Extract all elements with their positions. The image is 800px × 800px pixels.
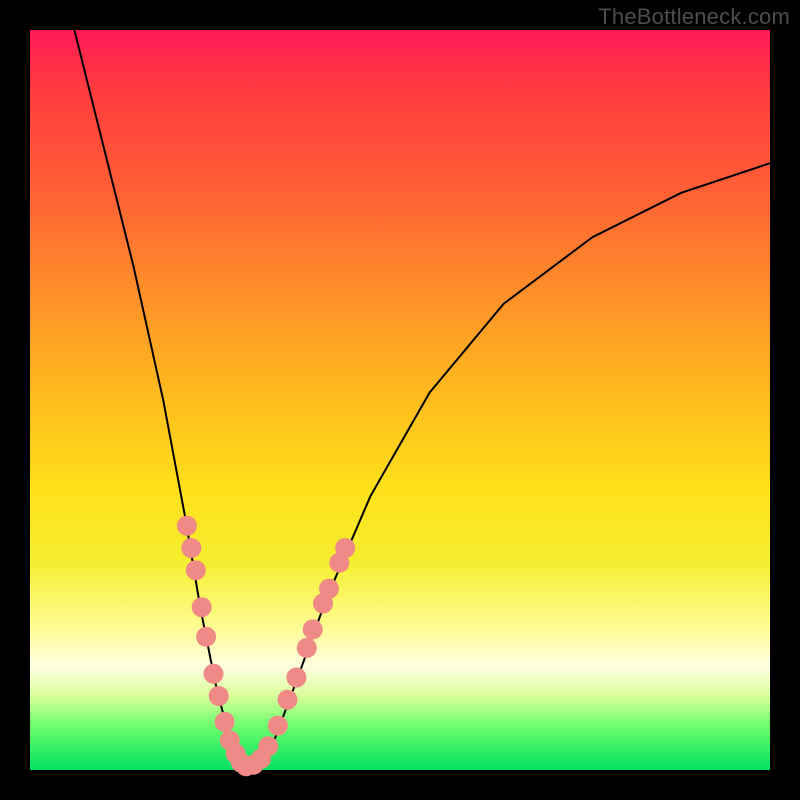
data-dot — [319, 579, 339, 599]
data-dot — [215, 712, 235, 732]
data-dot — [258, 736, 278, 756]
chart-frame: TheBottleneck.com — [0, 0, 800, 800]
curve-left-branch — [74, 30, 244, 766]
data-dot — [268, 716, 288, 736]
dots-group — [177, 516, 355, 777]
data-dot — [177, 516, 197, 536]
data-dot — [335, 538, 355, 558]
data-dot — [209, 686, 229, 706]
data-dot — [297, 638, 317, 658]
data-dot — [181, 538, 201, 558]
data-dot — [186, 560, 206, 580]
data-dot — [278, 690, 298, 710]
plot-area — [30, 30, 770, 770]
data-dot — [303, 619, 323, 639]
data-dot — [192, 597, 212, 617]
data-dot — [204, 664, 224, 684]
watermark-text: TheBottleneck.com — [598, 4, 790, 30]
data-dot — [196, 627, 216, 647]
data-dot — [286, 668, 306, 688]
curve-right-branch — [245, 163, 770, 766]
chart-svg — [30, 30, 770, 770]
